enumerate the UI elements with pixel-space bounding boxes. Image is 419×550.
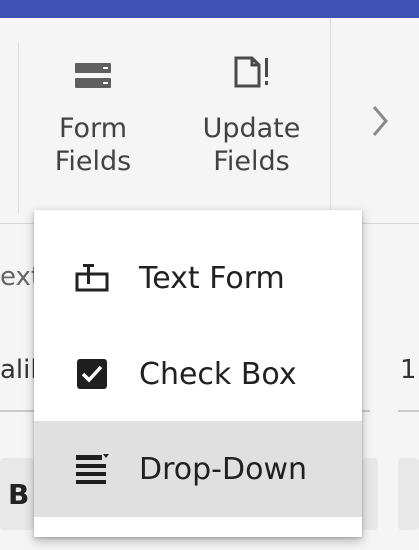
menu-item-label: Text Form [139,260,285,296]
form-fields-icon [75,63,111,88]
ribbon-separator [18,43,19,213]
form-fields-menu: Text Form Check Box Drop-Down [34,210,362,537]
ribbon-toolbar: Form Fields Update Fields [0,18,419,224]
update-fields-button[interactable]: Update Fields [194,56,309,178]
menu-item-label: Check Box [139,356,297,392]
input-underline [0,410,34,412]
bold-label: B [8,478,30,511]
format-button[interactable] [362,458,378,530]
font-size-field[interactable]: 1 [400,355,417,385]
form-fields-button[interactable]: Form Fields [38,60,148,178]
menu-item-text-form[interactable]: Text Form [34,230,362,326]
form-fields-label: Form Fields [54,113,132,177]
menu-item-check-box[interactable]: Check Box [34,326,362,422]
menu-item-drop-down[interactable]: Drop-Down [34,421,362,517]
title-bar [0,0,419,18]
check-box-icon [74,356,110,392]
bold-button[interactable]: B [0,458,34,530]
format-button[interactable] [398,458,419,530]
font-name-field[interactable]: alil [0,355,38,385]
update-fields-icon [234,56,268,88]
drop-down-icon [74,451,110,487]
menu-item-label: Drop-Down [139,451,308,487]
input-underline [398,410,419,412]
input-underline [362,410,370,412]
ribbon-separator [330,18,331,223]
update-fields-label: Update Fields [202,113,301,177]
chevron-right-icon[interactable] [366,101,394,141]
text-form-icon [74,260,110,296]
